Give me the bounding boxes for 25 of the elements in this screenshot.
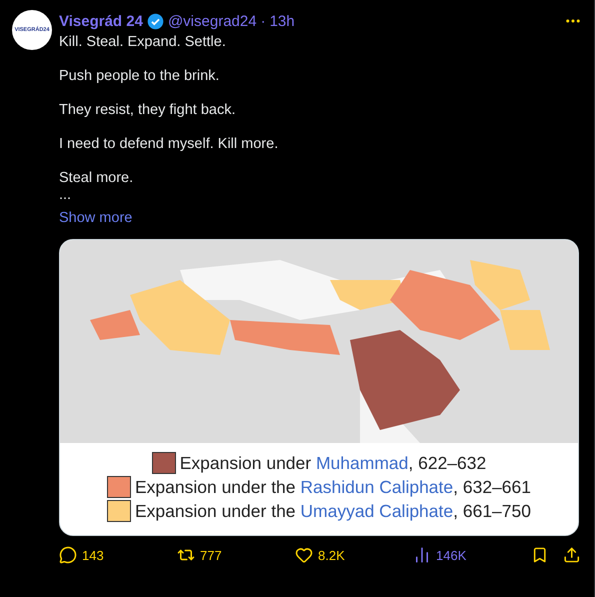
repost-button[interactable]: 777 (177, 546, 295, 564)
post-text: They resist, they fight back. (59, 102, 236, 119)
like-button[interactable]: 8.2K (295, 546, 413, 564)
media-card[interactable]: Expansion under Muhammad, 622–632 Expansion under the Rashidun Caliphate, 632–661 Expansion under the Umayyad Caliphate, 661–750 (59, 239, 579, 536)
reply-button[interactable]: 143 (59, 546, 177, 564)
post-time[interactable]: 13h (270, 12, 295, 30)
views-button[interactable]: 146K (413, 546, 531, 564)
author-handle[interactable]: @visegrad24 (168, 12, 257, 30)
author-name[interactable]: Visegrád 24 (59, 12, 143, 30)
speech-bubble-icon (59, 546, 77, 564)
post-text: Steal more. ... (59, 170, 134, 204)
legend-text: Expansion under the Rashidun Caliphate, 632–661 (134, 476, 531, 498)
bar-chart-icon (413, 546, 431, 564)
heart-icon (295, 546, 313, 564)
post-text: I need to defend myself. Kill more. (59, 136, 280, 153)
separator-dot: · (260, 12, 266, 30)
post-text: Push people to the brink. (59, 68, 220, 85)
show-more-link[interactable]: Show more (59, 210, 132, 226)
post-text: Kill. Steal. Expand. Settle. (59, 34, 227, 51)
bookmark-button[interactable] (531, 546, 548, 564)
legend-text: Expansion under the Umayyad Caliphate, 661–750 (135, 500, 531, 522)
legend-text: Expansion under Muhammad, 622–632 (180, 452, 486, 474)
share-icon (562, 546, 580, 564)
bookmark-icon (531, 546, 548, 564)
share-button[interactable] (562, 546, 580, 564)
